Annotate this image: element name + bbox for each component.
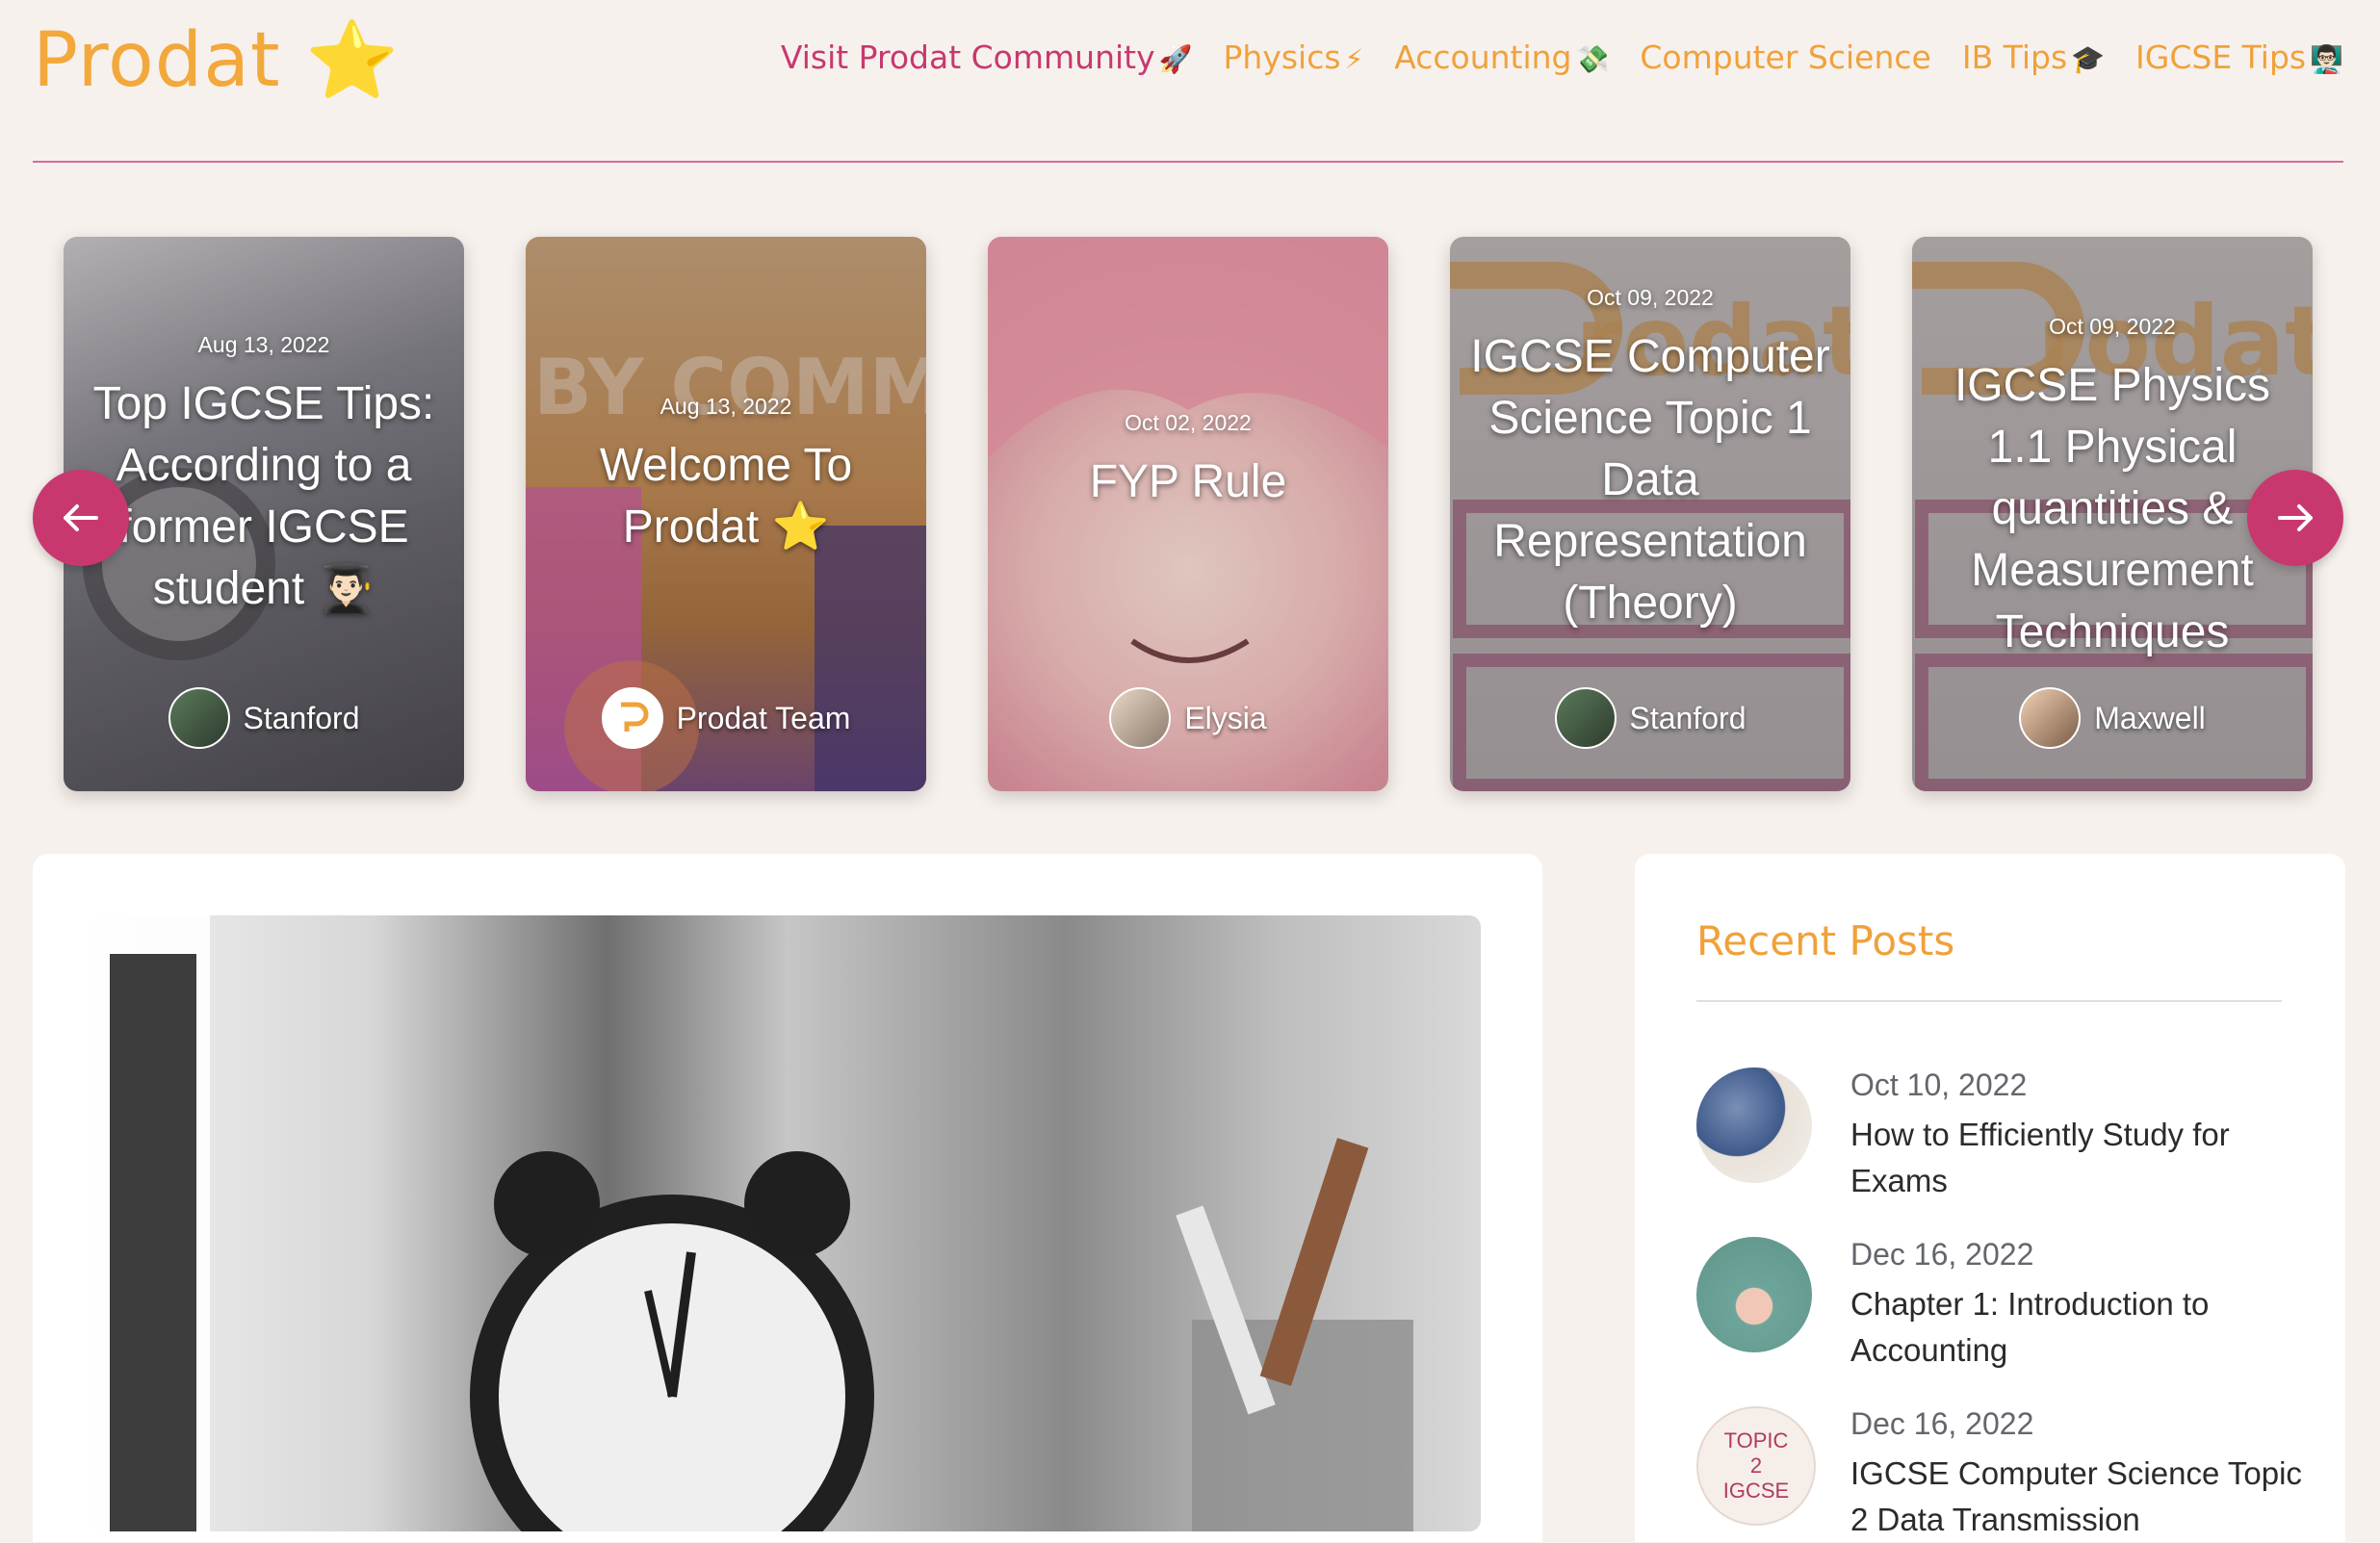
avatar <box>2019 687 2082 749</box>
nav-computer-science[interactable]: Computer Science <box>1640 39 1930 76</box>
money-icon: 💸 <box>1575 43 1610 75</box>
featured-carousel: Aug 13, 2022 Top IGCSE Tips: According t… <box>0 237 2380 791</box>
author-name: Stanford <box>243 700 360 735</box>
rocket-icon: 🚀 <box>1158 43 1193 75</box>
author-name: Stanford <box>1629 700 1746 735</box>
card-date: Aug 13, 2022 <box>660 393 792 419</box>
carousel-card[interactable]: Oct 02, 2022 FYP Rule Elysia <box>988 237 1388 791</box>
carousel-card[interactable]: BY COMM Aug 13, 2022 Welcome To Prodat ⭐… <box>526 237 926 791</box>
avatar <box>1554 687 1617 749</box>
nav-physics[interactable]: Physics ⚡ <box>1224 39 1364 76</box>
recent-post-item[interactable]: Oct 10, 2022 How to Efficiently Study fo… <box>1696 1067 2313 1202</box>
card-date: Aug 13, 2022 <box>197 331 330 357</box>
card-date: Oct 02, 2022 <box>1125 409 1252 435</box>
avatar <box>1109 687 1172 749</box>
sidebar-divider <box>1696 1000 2282 1002</box>
sidebar: Recent Posts Oct 10, 2022 How to Efficie… <box>1635 854 2345 1542</box>
post-thumbnail <box>1696 1067 1812 1183</box>
nav-accounting[interactable]: Accounting 💸 <box>1394 39 1609 76</box>
author-name: Prodat Team <box>676 700 851 735</box>
nav-igcse-tips[interactable]: IGCSE Tips 👨🏻‍🏫 <box>2135 39 2343 76</box>
author-name: Maxwell <box>2094 700 2206 735</box>
post-thumbnail: TOPIC 2 IGCSE <box>1696 1406 1816 1526</box>
card-author[interactable]: Elysia <box>988 687 1388 749</box>
avatar <box>168 687 230 749</box>
card-author[interactable]: Prodat Team <box>526 687 926 749</box>
alarm-clock-desk-image <box>94 915 1413 1531</box>
main-content <box>33 854 1542 1542</box>
post-title[interactable]: IGCSE Computer Science Topic 2 Data Tran… <box>1850 1451 2303 1543</box>
nav-ib-tips[interactable]: IB Tips 🎓 <box>1962 39 2105 76</box>
post-date: Dec 16, 2022 <box>1850 1406 2034 1441</box>
post-date: Oct 10, 2022 <box>1850 1067 2028 1102</box>
carousel-card[interactable]: rodat Oct 09, 2022 IGCSE Computer Scienc… <box>1450 237 1850 791</box>
graduation-cap-icon: 🎓 <box>2071 43 2106 75</box>
featured-post-image[interactable] <box>94 915 1481 1531</box>
carousel-prev-button[interactable] <box>33 470 129 566</box>
card-date: Oct 09, 2022 <box>1587 285 1714 310</box>
recent-posts-heading: Recent Posts <box>1696 917 1955 964</box>
thumbnail-text: TOPIC 2 IGCSE <box>1722 1428 1790 1503</box>
arrow-left-icon <box>64 504 98 531</box>
top-nav: Visit Prodat Community 🚀 Physics ⚡ Account… <box>781 39 2343 76</box>
recent-post-item[interactable]: TOPIC 2 IGCSE Dec 16, 2022 IGCSE Compute… <box>1696 1406 2313 1541</box>
post-title[interactable]: Chapter 1: Introduction to Accounting <box>1850 1281 2303 1374</box>
physics-icon: ⚡ <box>1344 43 1364 75</box>
card-title: Welcome To Prodat ⭐ <box>599 439 853 553</box>
card-title: IGCSE Computer Science Topic 1 Data Repr… <box>1470 331 1830 629</box>
author-name: Elysia <box>1184 700 1267 735</box>
post-title[interactable]: How to Efficiently Study for Exams <box>1850 1112 2303 1204</box>
arrow-right-icon <box>2278 504 2313 531</box>
nav-community[interactable]: Visit Prodat Community 🚀 <box>781 39 1193 76</box>
card-author[interactable]: Stanford <box>1450 687 1850 749</box>
post-date: Dec 16, 2022 <box>1850 1237 2034 1272</box>
card-author[interactable]: Stanford <box>64 687 464 749</box>
card-title: IGCSE Physics 1.1 Physical quantities & … <box>1953 360 2271 657</box>
carousel-next-button[interactable] <box>2247 470 2343 566</box>
post-thumbnail <box>1696 1237 1812 1352</box>
card-title: FYP Rule <box>1089 455 1287 507</box>
header-divider <box>33 161 2343 163</box>
card-author[interactable]: Maxwell <box>1912 687 2313 749</box>
site-logo[interactable]: Prodat ⭐ <box>33 17 401 105</box>
teacher-icon: 👨🏻‍🏫 <box>2310 43 2343 75</box>
card-date: Oct 09, 2022 <box>2049 314 2176 339</box>
prodat-logo-icon <box>601 687 663 749</box>
card-title: Top IGCSE Tips: According to a former IG… <box>92 377 435 614</box>
recent-post-item[interactable]: Dec 16, 2022 Chapter 1: Introduction to … <box>1696 1237 2313 1372</box>
